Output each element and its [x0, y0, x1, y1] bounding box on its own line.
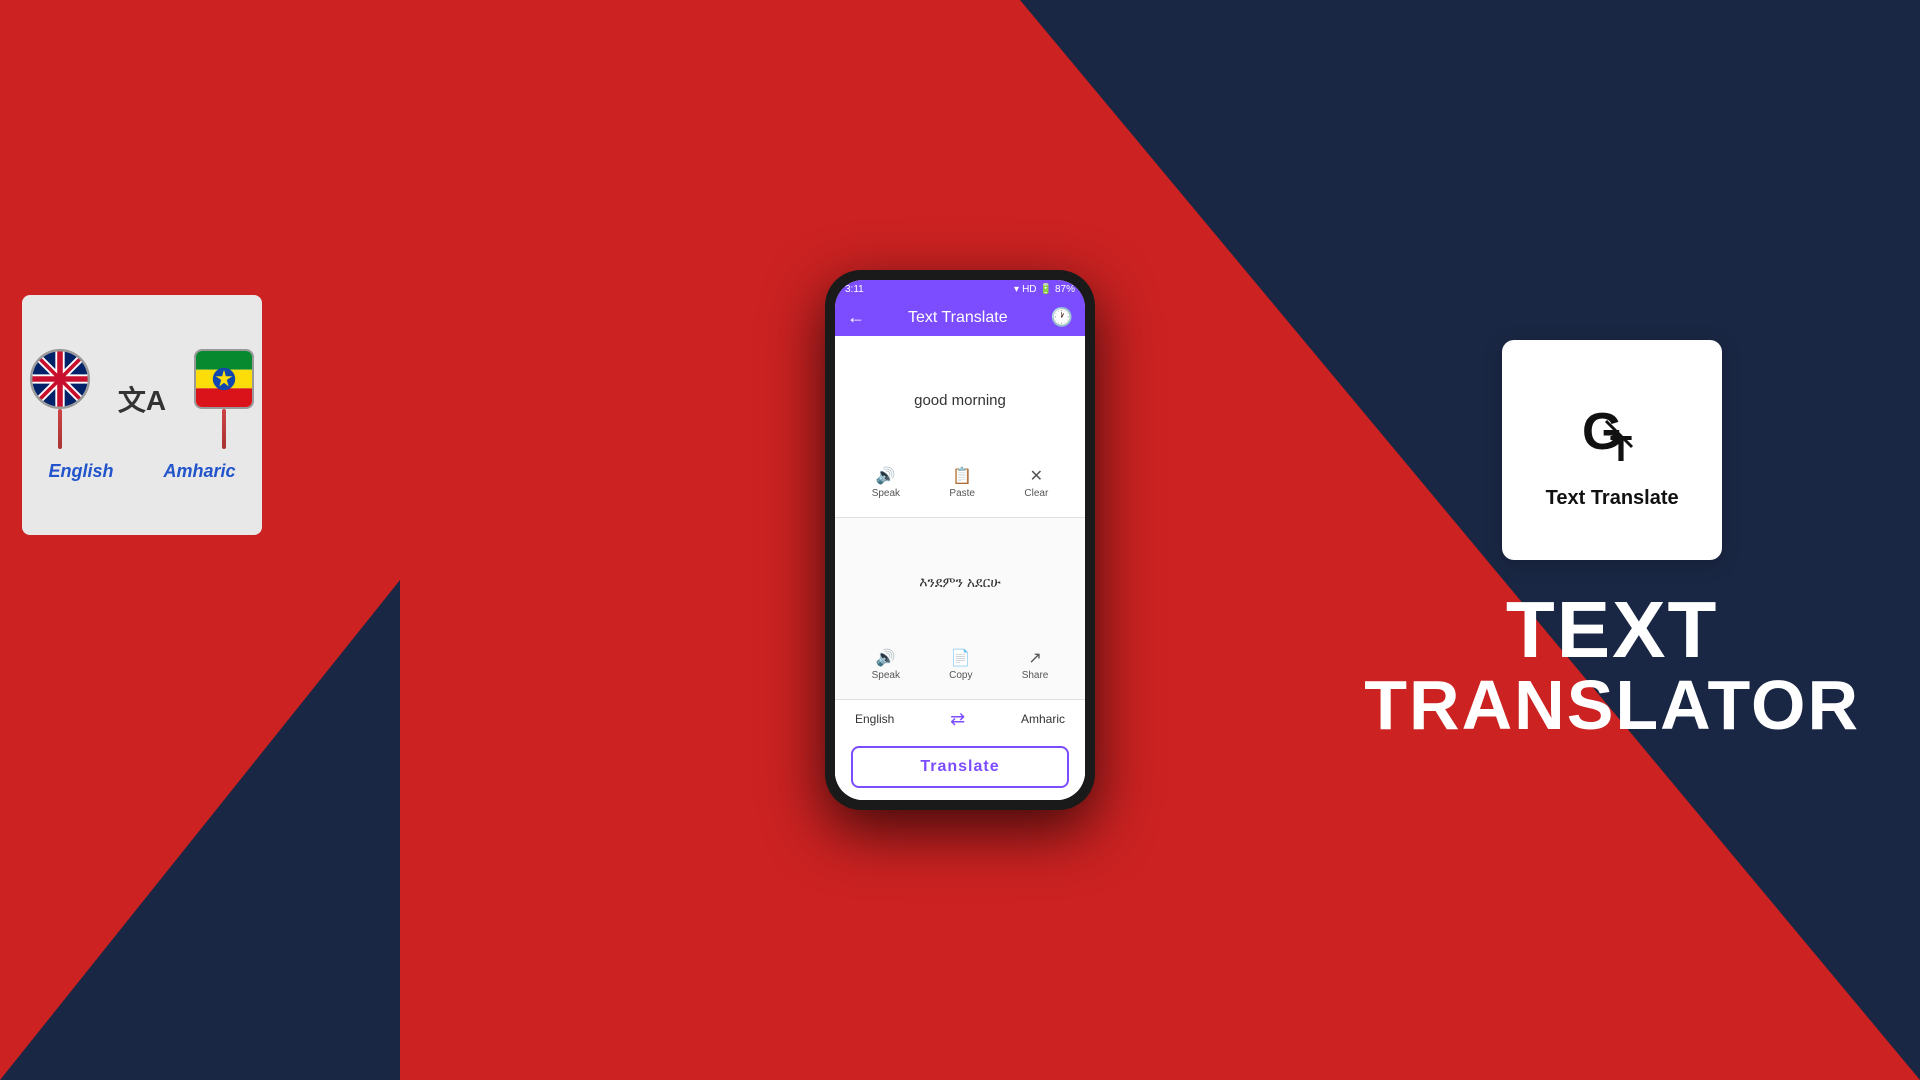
speak-output-icon: 🔊	[876, 648, 896, 668]
ethiopia-flag-pole	[194, 349, 254, 449]
source-language-button[interactable]: English	[847, 708, 902, 730]
google-translate-logo: G T	[1572, 391, 1652, 471]
translate-button[interactable]: Translate	[851, 746, 1069, 788]
right-content: G T Text Translate TEXT TRANSLATOR	[1364, 340, 1860, 740]
left-language-card: 文A English Amharic	[22, 295, 262, 535]
uk-pole-stick	[58, 409, 62, 449]
speak-input-button[interactable]: 🔊 Speak	[862, 460, 910, 505]
clear-button[interactable]: ✕ Clear	[1014, 460, 1058, 505]
ethiopia-pole-stick	[222, 409, 226, 449]
status-icons: ▾ HD 🔋 87%	[1014, 284, 1075, 295]
phone-outer: 3:11 ▾ HD 🔋 87% ← Text Translate 🕐 good …	[825, 270, 1095, 810]
swap-languages-button[interactable]: ⇄	[950, 709, 965, 730]
battery-icon: 🔋	[1040, 284, 1052, 295]
clear-label: Clear	[1024, 488, 1048, 499]
output-text: እንደምን አደርሁ	[847, 530, 1073, 634]
battery-level: 87%	[1055, 284, 1075, 295]
input-actions: 🔊 Speak 📋 Paste ✕ Clear	[847, 460, 1073, 505]
english-label: English	[48, 461, 113, 482]
history-button[interactable]: 🕐	[1051, 307, 1073, 328]
input-text[interactable]: good morning	[847, 348, 1073, 452]
clear-icon: ✕	[1030, 466, 1043, 486]
logo-card: G T Text Translate	[1502, 340, 1722, 560]
speak-output-label: Speak	[872, 670, 900, 681]
ethiopia-flag-icon	[194, 349, 254, 409]
big-text-container: TEXT TRANSLATOR	[1364, 590, 1860, 740]
phone-screen: 3:11 ▾ HD 🔋 87% ← Text Translate 🕐 good …	[835, 280, 1085, 800]
share-button[interactable]: ↗ Share	[1012, 642, 1059, 687]
amharic-label: Amharic	[163, 461, 235, 482]
phone-mockup: 3:11 ▾ HD 🔋 87% ← Text Translate 🕐 good …	[825, 270, 1095, 810]
app-title: Text Translate	[865, 309, 1051, 327]
language-labels: English Amharic	[48, 461, 235, 482]
hd-indicator: HD	[1022, 284, 1036, 295]
language-bar: English ⇄ Amharic	[835, 699, 1085, 738]
paste-label: Paste	[949, 488, 975, 499]
paste-button[interactable]: 📋 Paste	[939, 460, 985, 505]
share-label: Share	[1022, 670, 1049, 681]
speak-input-icon: 🔊	[876, 466, 896, 486]
input-section: good morning 🔊 Speak 📋 Paste ✕ Clear	[835, 336, 1085, 518]
status-time: 3:11	[845, 284, 864, 295]
share-icon: ↗	[1028, 648, 1041, 668]
status-bar: 3:11 ▾ HD 🔋 87%	[835, 280, 1085, 299]
output-actions: 🔊 Speak 📄 Copy ↗ Share	[847, 642, 1073, 687]
app-bar: ← Text Translate 🕐	[835, 299, 1085, 336]
flags-container: 文A	[30, 349, 254, 449]
signal-icon: ▾	[1014, 284, 1019, 295]
copy-label: Copy	[949, 670, 972, 681]
uk-flag-icon	[30, 349, 90, 409]
speak-output-button[interactable]: 🔊 Speak	[862, 642, 910, 687]
logo-card-title: Text Translate	[1546, 487, 1679, 510]
copy-icon: 📄	[951, 648, 971, 668]
translate-icon: 文A	[118, 379, 166, 419]
speak-input-label: Speak	[872, 488, 900, 499]
uk-flag-pole	[30, 349, 90, 449]
back-button[interactable]: ←	[847, 307, 865, 328]
big-text-line1: TEXT	[1364, 590, 1860, 670]
translate-btn-container: Translate	[835, 738, 1085, 800]
phone-content: good morning 🔊 Speak 📋 Paste ✕ Clear	[835, 336, 1085, 800]
target-language-button[interactable]: Amharic	[1013, 708, 1073, 730]
output-section: እንደምን አደርሁ 🔊 Speak 📄 Copy ↗ Share	[835, 518, 1085, 699]
copy-button[interactable]: 📄 Copy	[939, 642, 982, 687]
paste-icon: 📋	[952, 466, 972, 486]
big-text-line2: TRANSLATOR	[1364, 670, 1860, 740]
bg-dark-triangle	[0, 580, 400, 1080]
